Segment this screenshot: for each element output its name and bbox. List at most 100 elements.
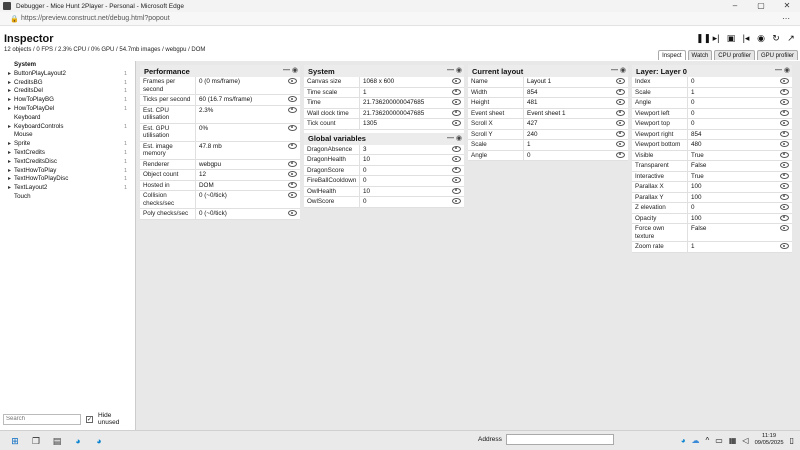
collapse-icon[interactable]: — ◉	[447, 66, 462, 74]
watch-eye-icon[interactable]	[452, 198, 461, 204]
tree-item[interactable]: System	[0, 61, 135, 70]
notification-icon[interactable]: ▯	[790, 436, 794, 445]
watch-eye-icon[interactable]	[616, 88, 625, 95]
search-input[interactable]	[3, 413, 81, 425]
edge-icon[interactable]: ◕	[681, 436, 686, 445]
property-value-cell[interactable]: 1	[524, 140, 628, 150]
property-value-cell[interactable]: 10	[360, 155, 464, 165]
collapse-icon[interactable]: — ◉	[775, 66, 790, 74]
watch-eye-icon[interactable]	[452, 88, 461, 95]
watch-eye-icon[interactable]	[780, 109, 789, 116]
property-value-cell[interactable]: 47.8 mb	[196, 142, 300, 159]
watch-eye-icon[interactable]	[452, 145, 461, 152]
collapse-icon[interactable]: — ◉	[283, 66, 298, 74]
hide-unused-checkbox[interactable]: ✓	[86, 415, 93, 423]
property-value-cell[interactable]: True	[688, 151, 792, 161]
property-value-cell[interactable]: 100	[688, 182, 792, 192]
watch-eye-icon[interactable]	[780, 120, 789, 126]
property-value-cell[interactable]: DOM	[196, 181, 300, 191]
property-value-cell[interactable]: 480	[688, 140, 792, 150]
property-value-cell[interactable]: 21.736200000047685	[360, 98, 464, 108]
watch-eye-icon[interactable]	[452, 109, 461, 116]
property-value-cell[interactable]: 1305	[360, 119, 464, 129]
watch-eye-icon[interactable]	[288, 181, 297, 188]
tab-watch[interactable]: Watch	[687, 50, 713, 60]
property-value-cell[interactable]: 60 (16.7 ms/frame)	[196, 95, 300, 105]
network-icon[interactable]: ▦	[729, 436, 737, 445]
watch-eye-icon[interactable]	[780, 99, 789, 105]
watch-eye-icon[interactable]	[452, 78, 461, 84]
property-value-cell[interactable]: 2.3%	[196, 106, 300, 123]
watch-eye-icon[interactable]	[780, 130, 789, 137]
property-value-cell[interactable]: 0	[688, 77, 792, 87]
task-view-icon[interactable]: ❐	[30, 435, 42, 447]
watch-eye-icon[interactable]	[288, 142, 297, 149]
minimize-icon[interactable]: –	[722, 0, 748, 12]
property-value-cell[interactable]: False	[688, 161, 792, 171]
property-value-cell[interactable]: 854	[524, 88, 628, 98]
property-value-cell[interactable]: 0	[688, 119, 792, 129]
watch-eye-icon[interactable]	[288, 192, 297, 198]
property-value-cell[interactable]: 0	[360, 197, 464, 207]
property-value-cell[interactable]: 100	[688, 214, 792, 224]
watch-eye-icon[interactable]	[288, 78, 297, 84]
property-value-cell[interactable]: 0	[688, 109, 792, 119]
address-input[interactable]	[505, 434, 614, 445]
property-value-cell[interactable]: 0%	[196, 124, 300, 141]
tree-item[interactable]: HowToPlayBG 1	[0, 96, 135, 105]
watch-eye-icon[interactable]	[780, 225, 789, 231]
property-value-cell[interactable]: 0	[688, 203, 792, 213]
watch-eye-icon[interactable]	[452, 120, 461, 126]
watch-eye-icon[interactable]	[616, 151, 625, 158]
clock[interactable]: 11:19 09/05/2025	[755, 433, 784, 447]
property-value-cell[interactable]: 10	[360, 187, 464, 197]
edge-browser-icon[interactable]: ◕	[72, 435, 84, 447]
watch-eye-icon[interactable]	[452, 166, 461, 173]
watch-eye-icon[interactable]	[616, 141, 625, 147]
tree-item[interactable]: TextCreditsDisc 1	[0, 158, 135, 167]
tree-item[interactable]: Mouse	[0, 131, 135, 140]
lock-icon[interactable]: 🔒	[10, 15, 19, 23]
more-options-icon[interactable]: ⋯	[782, 14, 790, 23]
popout-icon[interactable]: ↗	[786, 33, 796, 43]
file-explorer-icon[interactable]: ▤	[51, 435, 63, 447]
tree-item[interactable]: CreditsBG 1	[0, 79, 135, 88]
tree-item[interactable]: TextHowToPlay 1	[0, 167, 135, 176]
tree-item[interactable]: Sprite 1	[0, 140, 135, 149]
tree-item[interactable]: Touch	[0, 193, 135, 202]
property-value-cell[interactable]: Layout 1	[524, 77, 628, 87]
property-value-cell[interactable]: 0	[360, 166, 464, 176]
property-value-cell[interactable]: 21.736200000047685	[360, 109, 464, 119]
property-value-cell[interactable]: True	[688, 172, 792, 182]
watch-eye-icon[interactable]	[780, 172, 789, 179]
close-icon[interactable]: ✕	[774, 0, 800, 12]
url-text[interactable]: https://preview.construct.net/debug.html…	[21, 15, 170, 22]
property-value-cell[interactable]: 100	[688, 193, 792, 203]
property-value-cell[interactable]: 1	[688, 242, 792, 252]
step-icon[interactable]: ▸|	[711, 33, 721, 43]
watch-eye-icon[interactable]	[616, 130, 625, 137]
volume-icon[interactable]: ◁	[742, 436, 748, 445]
chevron-up-icon[interactable]: ^	[706, 436, 710, 445]
cloud-icon[interactable]: ☁	[692, 436, 700, 445]
watch-eye-icon[interactable]	[780, 204, 789, 210]
property-value-cell[interactable]: 0 (0 ms/frame)	[196, 77, 300, 94]
watch-eye-icon[interactable]	[616, 109, 625, 116]
property-value-cell[interactable]: webgpu	[196, 160, 300, 170]
screenshot-icon[interactable]: ◉	[756, 33, 766, 43]
windows-start-icon[interactable]: ⊞	[9, 435, 21, 447]
edge-browser-icon[interactable]: ◕	[93, 435, 105, 447]
property-value-cell[interactable]: Event sheet 1	[524, 109, 628, 119]
watch-eye-icon[interactable]	[780, 243, 789, 249]
collapse-icon[interactable]: — ◉	[611, 66, 626, 74]
tab-gpu-profiler[interactable]: GPU profiler	[756, 50, 798, 60]
tab-cpu-profiler[interactable]: CPU profiler	[714, 50, 755, 60]
tree-item[interactable]: TextHowToPlayDisc 1	[0, 175, 135, 184]
property-value-cell[interactable]: 0	[360, 176, 464, 186]
tree-item[interactable]: TextLayout2 1	[0, 184, 135, 193]
property-value-cell[interactable]: 0 (~0/tick)	[196, 209, 300, 219]
property-value-cell[interactable]: False	[688, 224, 792, 241]
property-value-cell[interactable]: 481	[524, 98, 628, 108]
property-value-cell[interactable]: 3	[360, 145, 464, 155]
property-value-cell[interactable]: 427	[524, 119, 628, 129]
